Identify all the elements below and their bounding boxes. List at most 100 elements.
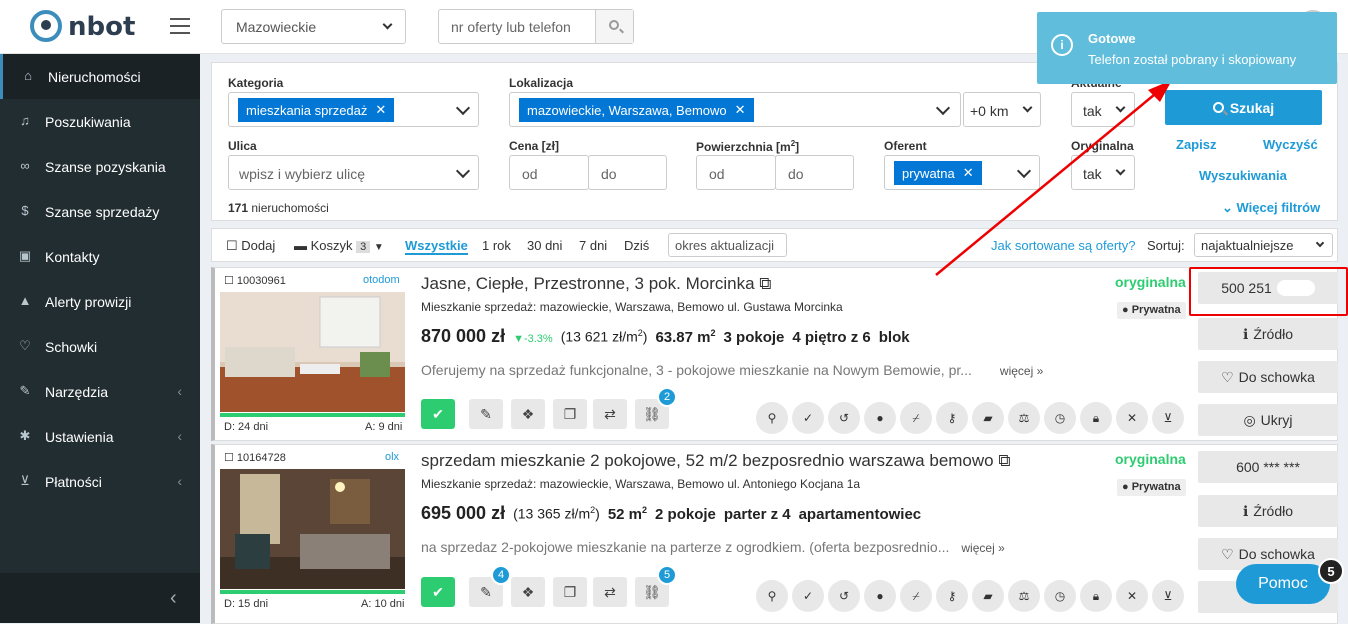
map-marker-button[interactable]: ⚲ [756, 580, 788, 612]
remove-button[interactable]: ✕ [1116, 580, 1148, 612]
cena-od-input[interactable]: od [509, 155, 589, 190]
sidebar-item-schowki[interactable]: ♡ Schowki [0, 324, 200, 369]
radius-select[interactable]: +0 km [963, 92, 1041, 127]
sidebar-item-szanse-sprzedazy[interactable]: $ Szanse sprzedaży [0, 189, 200, 234]
mute-button[interactable]: ⌿ [900, 402, 932, 434]
listing-id[interactable]: ☐ 10030961 [224, 274, 286, 287]
briefcase-button[interactable]: ▰ [972, 402, 1004, 434]
offer-search-input[interactable]: nr oferty lub telefon [438, 9, 634, 44]
offer-search-button[interactable] [595, 10, 633, 43]
copy-button[interactable]: ❐ [553, 399, 587, 429]
listing-title[interactable]: Jasne, Ciepłe, Przestronne, 3 pok. Morci… [421, 274, 771, 294]
link-button[interactable]: ⛓ 2 [635, 387, 677, 429]
external-link-icon[interactable]: ⧉ [998, 451, 1010, 470]
copy-button[interactable]: ❐ [553, 577, 587, 607]
sidebar-item-nieruchomosci[interactable]: ⌂ Nieruchomości [0, 54, 200, 99]
listing-source[interactable]: otodom [363, 274, 400, 286]
basket-dropdown[interactable]: ▬ Koszyk 3 ▼ [294, 238, 384, 253]
balance-button[interactable]: ⚖ [1008, 402, 1040, 434]
add-to-clipboard-button[interactable]: ♡ Do schowka [1198, 361, 1338, 393]
sidebar-item-szanse-pozyskania[interactable]: ∞ Szanse pozyskania [0, 144, 200, 189]
period-1-rok[interactable]: 1 rok [482, 238, 511, 253]
period-dzis[interactable]: Dziś [624, 238, 649, 253]
listing-card[interactable]: ☐ 10164728 olx D: 15 dni A: 10 dni sprze… [211, 444, 1338, 624]
retweet-button[interactable]: ⇄ [593, 577, 627, 607]
close-icon[interactable]: ✕ [735, 102, 746, 118]
kategoria-chip[interactable]: mieszkania sprzedaż ✕ [238, 98, 395, 122]
sort-select[interactable]: najaktualniejsze [1194, 233, 1333, 257]
close-icon[interactable]: ✕ [963, 165, 974, 181]
sidebar-collapse-button[interactable]: ‹ [0, 573, 200, 623]
period-30-dni[interactable]: 30 dni [527, 238, 562, 253]
lokalizacja-select[interactable]: mazowieckie, Warszawa, Bemowo ✕ [509, 92, 961, 127]
checkbox-icon[interactable]: ☐ [224, 275, 237, 287]
sidebar-item-kontakty[interactable]: ▣ Kontakty [0, 234, 200, 279]
user-button[interactable]: ● [864, 402, 896, 434]
map-marker-button[interactable]: ⚲ [756, 402, 788, 434]
mute-button[interactable]: ⌿ [900, 580, 932, 612]
hide-button[interactable]: ◎ Ukryj [1198, 404, 1338, 436]
sidebar-item-ustawienia[interactable]: ✱ Ustawienia ‹ [0, 414, 200, 459]
key-button[interactable]: ⚷ [936, 580, 968, 612]
lokalizacja-chip[interactable]: mazowieckie, Warszawa, Bemowo ✕ [519, 98, 754, 122]
aktualna-select[interactable]: tak [1071, 92, 1135, 127]
oferent-select[interactable]: prywatna ✕ [884, 155, 1040, 190]
sidebar-item-alerty-prowizji[interactable]: ▲ Alerty prowizji [0, 279, 200, 324]
approve-button[interactable]: ✔ [421, 577, 455, 607]
listing-card[interactable]: ☐ 10030961 otodom D: 24 dni A: 9 dni Jas… [211, 267, 1338, 441]
key-button[interactable]: ⚷ [936, 402, 968, 434]
more-link[interactable]: więcej » [961, 541, 1004, 555]
clear-filters-link[interactable]: Wyczyść [1263, 137, 1318, 152]
group-button[interactable]: ❖ [511, 399, 545, 429]
listing-id[interactable]: ☐ 10164728 [224, 451, 286, 464]
add-checkbox[interactable]: ☐ Dodaj [226, 238, 275, 254]
source-button[interactable]: ℹ Źródło [1198, 495, 1338, 527]
more-filters-link[interactable]: ⌄ Więcej filtrów [1222, 200, 1320, 216]
region-select[interactable]: Mazowieckie [221, 9, 406, 44]
listing-photo[interactable] [220, 469, 405, 589]
oryginalna-select[interactable]: tak [1071, 155, 1135, 190]
remove-button[interactable]: ✕ [1116, 402, 1148, 434]
phone-button[interactable]: 600 *** *** [1198, 451, 1338, 483]
lock-button[interactable]: 🔒︎ [1080, 580, 1112, 612]
ulica-select[interactable]: wpisz i wybierz ulicę [228, 155, 479, 190]
checkbox-icon[interactable]: ☐ [224, 452, 237, 464]
saved-searches-link[interactable]: Wyszukiwania [1199, 168, 1287, 183]
help-button[interactable]: Pomoc 5 [1236, 558, 1344, 604]
user-button[interactable]: ● [864, 580, 896, 612]
source-button[interactable]: ℹ Źródło [1198, 318, 1338, 350]
undo-button[interactable]: ↺ [828, 402, 860, 434]
listing-photo[interactable] [220, 292, 405, 412]
sort-help-link[interactable]: Jak sortowane są oferty? [991, 238, 1136, 253]
check-button[interactable]: ✓ [792, 580, 824, 612]
clock-button[interactable]: ◷ [1044, 580, 1076, 612]
sidebar-item-narzedzia[interactable]: ✎ Narzędzia ‹ [0, 369, 200, 414]
edit-button[interactable]: ✎ 4 [469, 565, 511, 607]
edit-button[interactable]: ✎ [469, 399, 503, 429]
briefcase-button[interactable]: ▰ [972, 580, 1004, 612]
group-button[interactable]: ❖ [511, 577, 545, 607]
close-icon[interactable]: ✕ [375, 102, 386, 118]
more-link[interactable]: więcej » [1000, 364, 1043, 378]
logo[interactable]: nbot [30, 10, 170, 44]
menu-toggle-icon[interactable] [170, 18, 190, 34]
toast-notification[interactable]: i Gotowe Telefon został pobrany i skopio… [1037, 12, 1337, 84]
sidebar-item-poszukiwania[interactable]: ♫ Poszukiwania [0, 99, 200, 144]
balance-button[interactable]: ⚖ [1008, 580, 1040, 612]
listing-source[interactable]: olx [385, 451, 399, 463]
check-button[interactable]: ✓ [792, 402, 824, 434]
lock-button[interactable]: 🔒︎ [1080, 402, 1112, 434]
period-7-dni[interactable]: 7 dni [579, 238, 607, 253]
cena-do-input[interactable]: do [588, 155, 667, 190]
external-link-icon[interactable]: ⧉ [759, 274, 771, 293]
listing-title[interactable]: sprzedam mieszkanie 2 pokojowe, 52 m/2 b… [421, 451, 1011, 471]
oferent-chip[interactable]: prywatna ✕ [894, 161, 982, 185]
approve-button[interactable]: ✔ [421, 399, 455, 429]
powierzchnia-do-input[interactable]: do [775, 155, 854, 190]
kategoria-select[interactable]: mieszkania sprzedaż ✕ [228, 92, 479, 127]
basket-button[interactable]: ⊻ [1152, 402, 1184, 434]
sidebar-item-platnosci[interactable]: ⊻ Płatności ‹ [0, 459, 200, 504]
powierzchnia-od-input[interactable]: od [696, 155, 776, 190]
save-search-link[interactable]: Zapisz [1176, 137, 1216, 152]
link-button[interactable]: ⛓ 5 [635, 565, 677, 607]
